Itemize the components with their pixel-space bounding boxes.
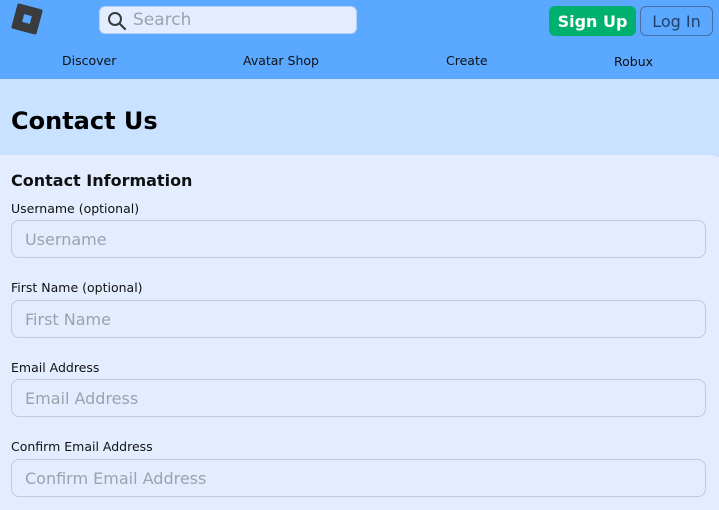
email-input[interactable] (11, 379, 706, 417)
search-input[interactable] (133, 9, 351, 31)
roblox-logo-icon[interactable] (11, 3, 43, 35)
confirm-email-label: Confirm Email Address (11, 439, 153, 454)
nav-robux[interactable]: Robux (614, 54, 653, 69)
nav-create[interactable]: Create (446, 53, 488, 68)
page-title: Contact Us (11, 107, 158, 135)
log-in-button[interactable]: Log In (640, 6, 713, 36)
confirm-email-input[interactable] (11, 459, 706, 497)
search-icon (108, 12, 127, 31)
search-box[interactable] (99, 6, 357, 34)
email-label: Email Address (11, 360, 100, 375)
first-name-input[interactable] (11, 300, 706, 338)
first-name-label: First Name (optional) (11, 280, 143, 295)
username-label: Username (optional) (11, 201, 140, 216)
sign-up-button[interactable]: Sign Up (549, 6, 636, 36)
top-header: Sign Up Log In Discover Avatar Shop Crea… (0, 0, 719, 79)
username-input[interactable] (11, 220, 706, 258)
nav-avatar-shop[interactable]: Avatar Shop (243, 53, 319, 68)
logo-hole (22, 14, 32, 24)
section-title: Contact Information (11, 171, 193, 190)
nav-discover[interactable]: Discover (62, 53, 116, 68)
